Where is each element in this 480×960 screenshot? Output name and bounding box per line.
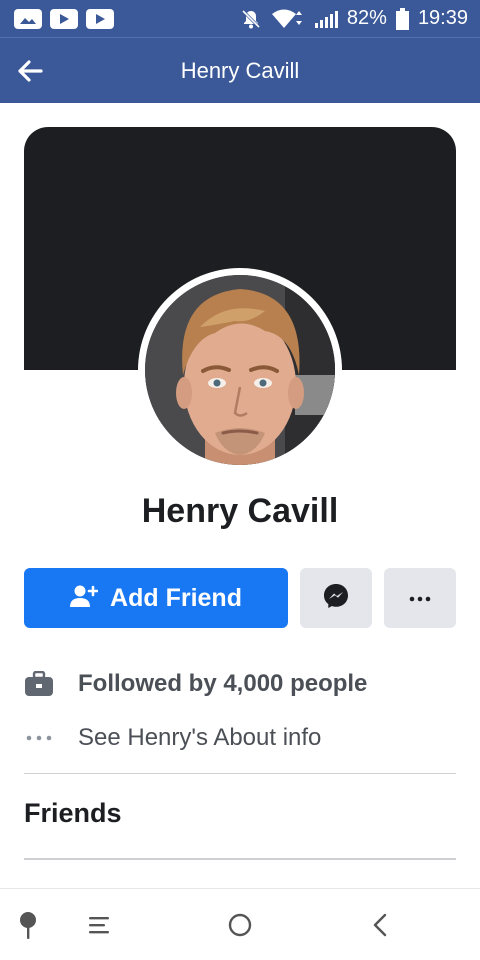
app-bar: Henry Cavill [0,37,480,103]
gallery-icon [14,8,42,29]
profile-picture[interactable] [138,268,342,472]
assistant-icon[interactable] [10,907,46,943]
notifications-off-icon [240,8,262,30]
battery-percent: 82% [346,7,387,29]
menu-icon[interactable] [81,907,117,943]
add-friend-label: Add Friend [110,583,242,612]
profile-name: Henry Cavill [141,492,339,530]
followed-by-text: Followed by 4,000 people [78,670,368,697]
app-bar-title: Henry Cavill [180,57,300,83]
signal-icon [314,10,338,28]
wifi-icon [271,9,305,29]
about-info-row[interactable]: See Henry's About info [24,718,456,758]
status-bar: 82% 19:39 [0,0,480,37]
clock: 19:39 [417,7,468,29]
more-button[interactable] [384,568,456,628]
messenger-icon [323,583,349,614]
more-dots-icon [24,723,54,753]
avatar [145,275,335,465]
battery-icon [395,7,409,30]
followed-by-row: Followed by 4,000 people [24,664,456,704]
back-arrow-icon[interactable] [14,55,46,87]
more-dots-icon [409,589,431,607]
youtube-icon [50,8,78,29]
add-person-icon [70,584,99,613]
about-info-link[interactable]: See Henry's About info [78,724,321,752]
divider [24,773,456,774]
home-icon[interactable] [222,907,258,943]
youtube-icon [86,8,114,29]
friends-section-title: Friends [24,798,122,828]
add-friend-button[interactable]: Add Friend [24,568,288,628]
system-nav-bar [0,888,480,960]
message-button[interactable] [300,568,372,628]
back-icon[interactable] [362,907,398,943]
screen: 82% 19:39 Henry Cavill Henry Cavill Add … [0,0,480,960]
status-bar-right: 82% 19:39 [240,7,468,30]
divider [24,858,456,860]
briefcase-icon [24,669,54,699]
status-bar-left [14,8,114,29]
